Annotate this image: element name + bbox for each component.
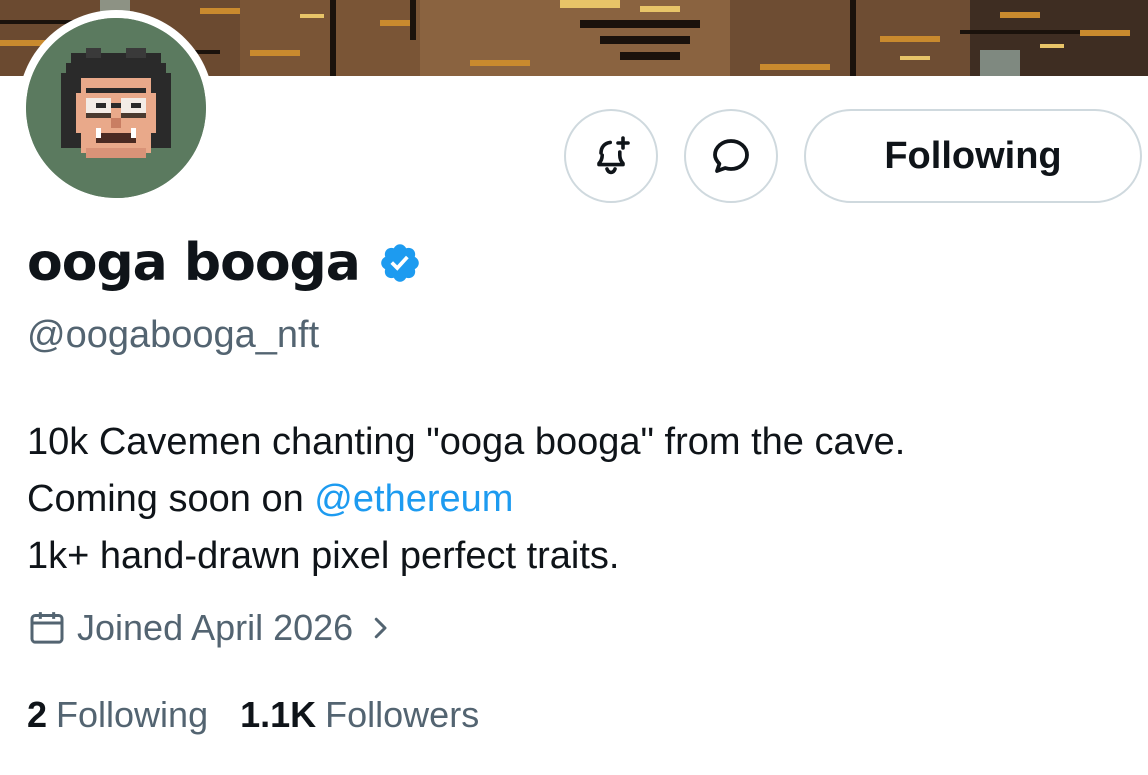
profile-bio: 10k Cavemen chanting "ooga booga" from t… (27, 414, 1127, 585)
followers-count: 1.1K (240, 694, 317, 735)
avatar-image (26, 18, 206, 198)
follow-stats: 2 Following 1.1K Followers (27, 692, 511, 738)
following-count-link[interactable]: 2 Following (27, 694, 208, 736)
bio-line-2: Coming soon on @ethereum (27, 471, 1127, 528)
joined-date: Joined April 2026 (77, 607, 354, 648)
followers-count-link[interactable]: 1.1K Followers (240, 694, 479, 736)
display-name: ooga booga (27, 233, 361, 293)
profile-avatar[interactable] (18, 10, 214, 206)
chevron-right-icon (374, 617, 387, 639)
message-bubble-icon (713, 139, 749, 173)
followers-label: Followers (325, 694, 480, 735)
following-count: 2 (27, 694, 48, 735)
user-handle: @oogabooga_nft (27, 314, 320, 356)
bell-plus-icon (597, 136, 630, 175)
following-button[interactable]: Following (804, 109, 1142, 203)
verified-badge-icon[interactable] (378, 241, 422, 285)
following-label: Following (56, 694, 209, 735)
bio-line-3: 1k+ hand-drawn pixel perfect traits. (27, 535, 620, 577)
bio-line-1: 10k Cavemen chanting "ooga booga" from t… (27, 421, 906, 463)
mention-link-ethereum[interactable]: @ethereum (314, 478, 513, 520)
calendar-icon (30, 612, 64, 644)
message-button[interactable] (684, 109, 778, 203)
display-name-row: ooga booga (27, 230, 422, 296)
bio-line-2-text: Coming soon on (27, 478, 315, 520)
joined-date-row[interactable]: Joined April 2026 (27, 605, 395, 651)
notifications-button[interactable] (564, 109, 658, 203)
